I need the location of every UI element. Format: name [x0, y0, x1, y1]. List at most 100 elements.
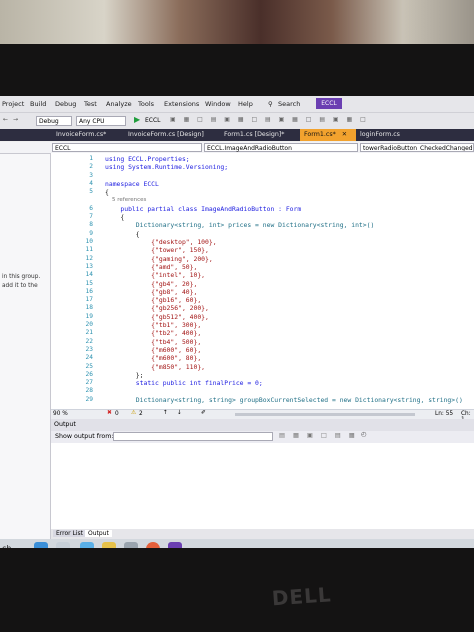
run-target-label[interactable]: ECCL — [145, 117, 161, 124]
config-select[interactable]: Debug — [36, 116, 72, 126]
code-line: {"tb1", 300}, — [105, 321, 202, 329]
line-number: 12 — [85, 254, 93, 262]
close-icon[interactable]: ✕ — [342, 131, 347, 138]
tab-loginform-cs[interactable]: loginForm.cs — [356, 129, 420, 141]
menu-test[interactable]: Test — [84, 100, 97, 108]
line-number: 13 — [85, 262, 93, 270]
line-number: 14 — [85, 271, 93, 279]
output-toolbar: Show output from: ▤ ▦ ▣ □ ▤ ▦ ◴ — [51, 431, 474, 443]
toolbar: ← → Debug Any CPU ▶ ECCL ▣ ▦ □ ▤ ▣ ▦ □ ▤… — [0, 112, 474, 129]
toolbox-hint-line2: add it to the — [2, 283, 38, 289]
code-line: Dictionary<string, int> prices = new Dic… — [105, 221, 375, 230]
menu-build[interactable]: Build — [30, 100, 46, 108]
tab-output[interactable]: Output — [85, 530, 112, 537]
line-number: 8 — [89, 221, 93, 229]
document-tabs: InvoiceForm.cs* InvoiceForm.cs [Design] … — [0, 129, 474, 141]
monitor-bezel-bottom — [0, 548, 474, 632]
code-line: static public int finalPrice = 0; — [105, 379, 263, 388]
line-number: 1 — [89, 155, 93, 162]
code-line: using ECCL.Properties; — [105, 155, 190, 163]
line-number: 20 — [85, 321, 93, 328]
code-line: {"m850", 110}, — [105, 362, 206, 371]
warning-icon[interactable]: ⚠ — [131, 410, 136, 416]
platform-select[interactable]: Any CPU — [76, 116, 126, 126]
menu-analyze[interactable]: Analyze — [106, 100, 132, 108]
code-line: { — [105, 188, 109, 197]
class-dropdown[interactable]: ECCL.ImageAndRadioButton — [204, 143, 358, 152]
brand-logo: DELL — [271, 582, 333, 611]
line-number: 3 — [89, 171, 93, 179]
code-line: {"gb512", 400}, — [105, 312, 209, 321]
toolbox-pane: ⚲ in this group. add it to the — [0, 142, 51, 548]
menu-help[interactable]: Help — [238, 100, 253, 108]
project-dropdown[interactable]: ECCL — [52, 143, 202, 152]
code-line: {"gaming", 200}, — [105, 254, 213, 263]
tab-invoiceform-design[interactable]: InvoiceForm.cs [Design] — [124, 129, 222, 141]
menu-debug[interactable]: Debug — [55, 100, 76, 108]
search-icon[interactable]: ⚲ — [268, 100, 273, 108]
forward-icon[interactable]: → — [13, 116, 18, 123]
horizontal-scrollbar[interactable] — [235, 413, 415, 416]
play-icon[interactable]: ▶ — [134, 115, 140, 124]
code-line: {"amd", 50}, — [105, 262, 198, 271]
line-number: 4 — [89, 179, 93, 187]
code-line: { — [105, 213, 125, 222]
search-label[interactable]: Search — [278, 100, 300, 108]
code-line: {"intel", 10}, — [105, 271, 206, 280]
taskbar: ch — [0, 539, 474, 548]
code-line: public partial class ImageAndRadioButton… — [105, 204, 302, 213]
project-name-badge: ECCL — [316, 98, 342, 109]
line-number: 29 — [85, 395, 93, 403]
editor-status-strip: 90 % ✖ 0 ⚠ 2 ↑ ↓ ✐ Ln: 55 Ch: 1 — [51, 409, 474, 423]
output-source-select[interactable] — [113, 432, 273, 441]
line-number: 25 — [85, 362, 93, 370]
brush-icon[interactable]: ✐ — [201, 410, 206, 416]
line-number: 6 — [89, 204, 93, 212]
tab-invoiceform-cs[interactable]: InvoiceForm.cs* — [52, 129, 122, 141]
line-number: 18 — [85, 304, 93, 312]
monitor-bezel-top — [0, 44, 474, 96]
arrow-down-icon[interactable]: ↓ — [177, 410, 182, 416]
tab-form1-design[interactable]: Form1.cs [Design]* — [220, 129, 302, 141]
tab-form1-cs[interactable]: Form1.cs* ✕ — [300, 129, 356, 141]
error-count: 0 — [115, 411, 119, 417]
line-number: 7 — [89, 213, 93, 221]
code-line: {"desktop", 100}, — [105, 238, 217, 246]
code-line: {"gb256", 200}, — [105, 304, 209, 313]
member-dropdown[interactable]: towerRadioButton_CheckedChanged(o — [360, 143, 474, 152]
line-number: 28 — [85, 387, 93, 395]
line-number: 19 — [85, 312, 93, 320]
menu-tools[interactable]: Tools — [138, 100, 154, 108]
menu-window[interactable]: Window — [205, 100, 231, 108]
show-output-label: Show output from: — [55, 433, 114, 440]
zoom-level[interactable]: 90 % — [53, 411, 68, 417]
line-number: 22 — [85, 337, 93, 345]
line-number: 15 — [85, 279, 93, 287]
line-number: 16 — [85, 287, 93, 295]
clock-icon[interactable]: ◴ — [361, 431, 367, 438]
toolbar-icons[interactable]: ▣ ▦ □ ▤ ▣ ▦ □ ▤ ▣ ▦ □ ▤ ▣ ▦ □ — [170, 116, 369, 123]
output-panel: Output Show output from: ▤ ▦ ▣ □ ▤ ▦ ◴ — [51, 419, 474, 529]
back-icon[interactable]: ← — [3, 116, 8, 123]
code-line: {"m600", 80}, — [105, 354, 202, 363]
menu-bar: Project Build Debug Test Analyze Tools E… — [0, 96, 474, 112]
line-number: 17 — [85, 296, 93, 304]
bottom-tabs: Error List Output — [51, 529, 474, 539]
output-text-area[interactable] — [51, 443, 474, 529]
code-line: }; — [105, 370, 144, 379]
code-editor[interactable]: 1 using ECCL.Properties; 2 using System.Run… — [51, 153, 474, 409]
code-line: {"m600", 60}, — [105, 345, 202, 354]
line-number: 27 — [85, 379, 93, 387]
menu-extensions[interactable]: Extensions — [164, 100, 199, 108]
tab-error-list[interactable]: Error List — [53, 530, 87, 537]
line-number: 24 — [85, 354, 93, 362]
tab-form1-cs-label: Form1.cs* — [304, 131, 336, 138]
code-line: 5 references — [105, 196, 147, 203]
code-line: {"gb4", 20}, — [105, 279, 198, 288]
code-line: {"tb4", 500}, — [105, 337, 202, 346]
arrow-up-icon[interactable]: ↑ — [163, 410, 168, 416]
menu-project[interactable]: Project — [2, 100, 24, 108]
error-icon[interactable]: ✖ — [107, 410, 112, 416]
code-line: {"tb2", 400}, — [105, 329, 202, 338]
output-toolbar-icons[interactable]: ▤ ▦ ▣ □ ▤ ▦ — [279, 432, 358, 439]
